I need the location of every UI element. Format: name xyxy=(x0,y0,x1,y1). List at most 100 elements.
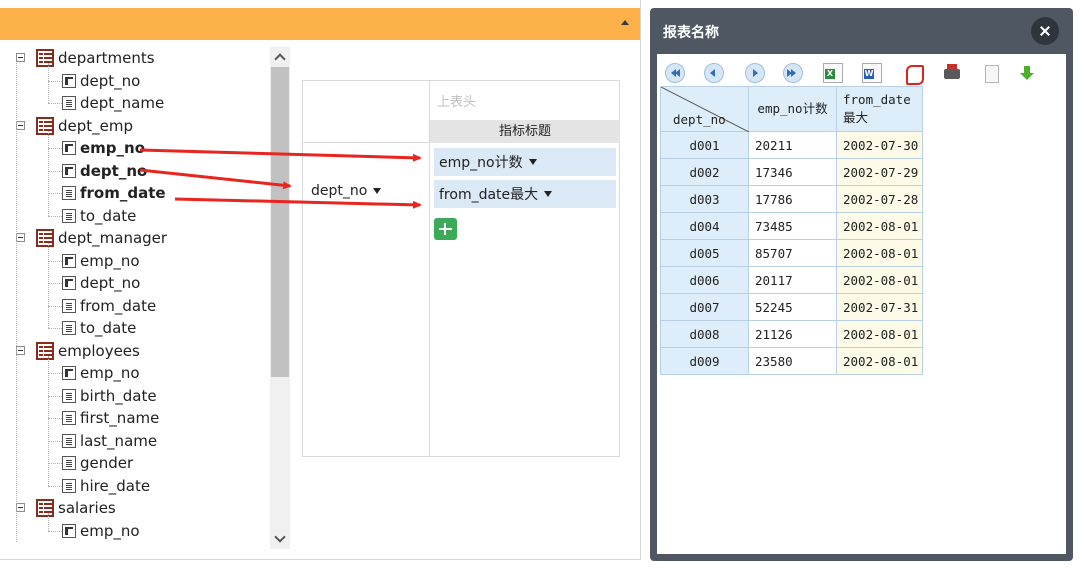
tree-connector xyxy=(48,485,62,487)
table-row: d008 21126 2002-08-01 xyxy=(660,320,923,348)
tree-field-node[interactable]: dept_no xyxy=(62,272,140,294)
scroll-thumb[interactable] xyxy=(271,67,289,377)
collapse-toggle-icon[interactable] xyxy=(16,120,25,130)
tree-field-node[interactable]: dept_no xyxy=(62,160,147,182)
tree-field-node[interactable]: emp_no xyxy=(62,362,140,384)
panel-header-bar xyxy=(0,8,640,40)
tree-table-node[interactable]: salaries xyxy=(16,497,116,519)
tree-table-node[interactable]: dept_emp xyxy=(16,115,134,137)
next-page-icon[interactable] xyxy=(745,63,765,83)
key-field-icon xyxy=(62,276,76,290)
tree-table-label: dept_emp xyxy=(58,116,134,135)
table-row: d009 23580 2002-08-01 xyxy=(660,347,923,375)
tree-field-node[interactable]: from_date xyxy=(62,295,156,317)
tree-field-label: to_date xyxy=(80,206,137,225)
tree-field-node[interactable]: emp_no xyxy=(62,137,145,159)
date-cell: 2002-08-01 xyxy=(836,347,923,375)
tree-table-label: departments xyxy=(58,49,155,67)
measure-dropdown-max[interactable]: from_date最大 xyxy=(434,180,616,208)
key-field-icon xyxy=(62,523,76,538)
tree-table-node[interactable]: employees xyxy=(16,340,140,362)
tree-field-node[interactable]: dept_no xyxy=(62,70,140,92)
dept-cell: d007 xyxy=(660,293,749,321)
excel-export-icon[interactable]: X xyxy=(823,63,843,83)
scroll-up-icon[interactable] xyxy=(270,47,290,67)
tree-field-node[interactable]: emp_no xyxy=(62,250,140,272)
tree-connector xyxy=(48,373,62,374)
tree-connector xyxy=(48,63,49,104)
measure-label: emp_no计数 xyxy=(439,155,523,171)
dialog-title: 报表名称 xyxy=(663,25,719,41)
column-field-icon xyxy=(62,433,76,448)
tree-field-label: from_date xyxy=(80,184,166,202)
column-header: emp_no计数 xyxy=(748,86,837,132)
collapse-toggle-icon[interactable] xyxy=(16,345,25,355)
word-export-icon[interactable]: W xyxy=(862,63,882,83)
corner-header: dept_no xyxy=(660,86,749,132)
tree-field-node[interactable]: to_date xyxy=(62,205,136,227)
date-cell: 2002-07-30 xyxy=(836,131,923,159)
tree-field-node[interactable]: dept_name xyxy=(62,92,164,114)
tree-table-label: dept_manager xyxy=(58,229,168,247)
tree-field-node[interactable]: emp_no xyxy=(62,520,140,542)
count-cell: 17346 xyxy=(748,158,837,186)
tree-connector xyxy=(48,148,62,149)
tree-table-node[interactable]: departments xyxy=(16,47,155,69)
table-row: d003 17786 2002-07-28 xyxy=(660,185,923,213)
tree-field-node[interactable]: birth_date xyxy=(62,385,157,407)
tree-field-label: gender xyxy=(80,454,134,472)
date-cell: 2002-07-29 xyxy=(836,158,923,186)
tree-connector xyxy=(48,530,62,532)
prev-page-icon[interactable] xyxy=(704,63,724,83)
table-icon xyxy=(36,341,54,360)
tree-field-node[interactable]: hire_date xyxy=(62,475,150,497)
table-row: d007 52245 2002-07-31 xyxy=(660,293,923,321)
date-cell: 2002-08-01 xyxy=(836,212,923,240)
tree-field-label: emp_no xyxy=(80,364,140,382)
pivot-designer: 上表头 指标标题 dept_no emp_no计数 from_date最大 xyxy=(302,80,620,457)
collapse-toggle-icon[interactable] xyxy=(16,53,25,62)
tree-field-node[interactable]: to_date xyxy=(62,317,136,339)
date-cell: 2002-08-01 xyxy=(836,266,923,294)
tree-field-label: dept_no xyxy=(80,161,148,180)
dept-cell: d008 xyxy=(660,320,749,348)
row-dimension-dropdown[interactable]: dept_no xyxy=(311,183,382,199)
last-page-icon[interactable] xyxy=(783,63,803,83)
close-icon[interactable] xyxy=(1031,17,1059,45)
tree-field-node[interactable]: from_date xyxy=(62,182,166,204)
key-field-icon xyxy=(62,163,76,178)
table-row: d002 17346 2002-07-29 xyxy=(660,158,923,186)
collapse-toggle-icon[interactable] xyxy=(16,233,25,242)
measure-dropdown-count[interactable]: emp_no计数 xyxy=(434,148,616,176)
tree-field-node[interactable]: first_name xyxy=(62,407,159,429)
tree-field-node[interactable]: last_name xyxy=(62,430,157,452)
tree-connector xyxy=(48,440,62,442)
result-table: dept_no emp_no计数 from_date最大 d001 20211 20… xyxy=(660,86,923,375)
tree-scrollbar[interactable] xyxy=(270,47,290,549)
tree-field-label: last_name xyxy=(80,431,158,450)
tree-connector xyxy=(48,243,49,329)
count-cell: 85707 xyxy=(748,239,837,267)
report-dialog: 报表名称 X W dept_no emp_no计数 from_date最大 d0… xyxy=(650,8,1073,561)
add-measure-button[interactable] xyxy=(434,218,457,240)
scroll-down-icon[interactable] xyxy=(270,529,290,549)
pdf-export-icon[interactable] xyxy=(903,63,924,85)
print-icon[interactable] xyxy=(942,63,962,83)
collapse-toggle-icon[interactable] xyxy=(16,503,25,512)
column-field-icon xyxy=(62,96,76,110)
dialog-body: X W dept_no emp_no计数 from_date最大 d001 20… xyxy=(657,54,1066,554)
tree-field-node[interactable]: gender xyxy=(62,452,133,474)
download-icon[interactable] xyxy=(1017,63,1037,83)
tree-connector xyxy=(48,463,62,464)
tree-field-label: emp_no xyxy=(80,139,146,157)
blank-doc-icon[interactable] xyxy=(981,63,1001,83)
tree-connector xyxy=(48,215,62,217)
key-field-icon xyxy=(62,366,76,380)
column-header-dropzone[interactable]: 上表头 xyxy=(437,91,476,110)
tree-table-node[interactable]: dept_manager xyxy=(16,227,168,249)
table-icon xyxy=(36,229,54,247)
first-page-icon[interactable] xyxy=(665,63,685,83)
date-cell: 2002-08-01 xyxy=(836,320,923,348)
collapse-up-icon[interactable] xyxy=(620,18,630,28)
tree-connector xyxy=(48,328,62,329)
